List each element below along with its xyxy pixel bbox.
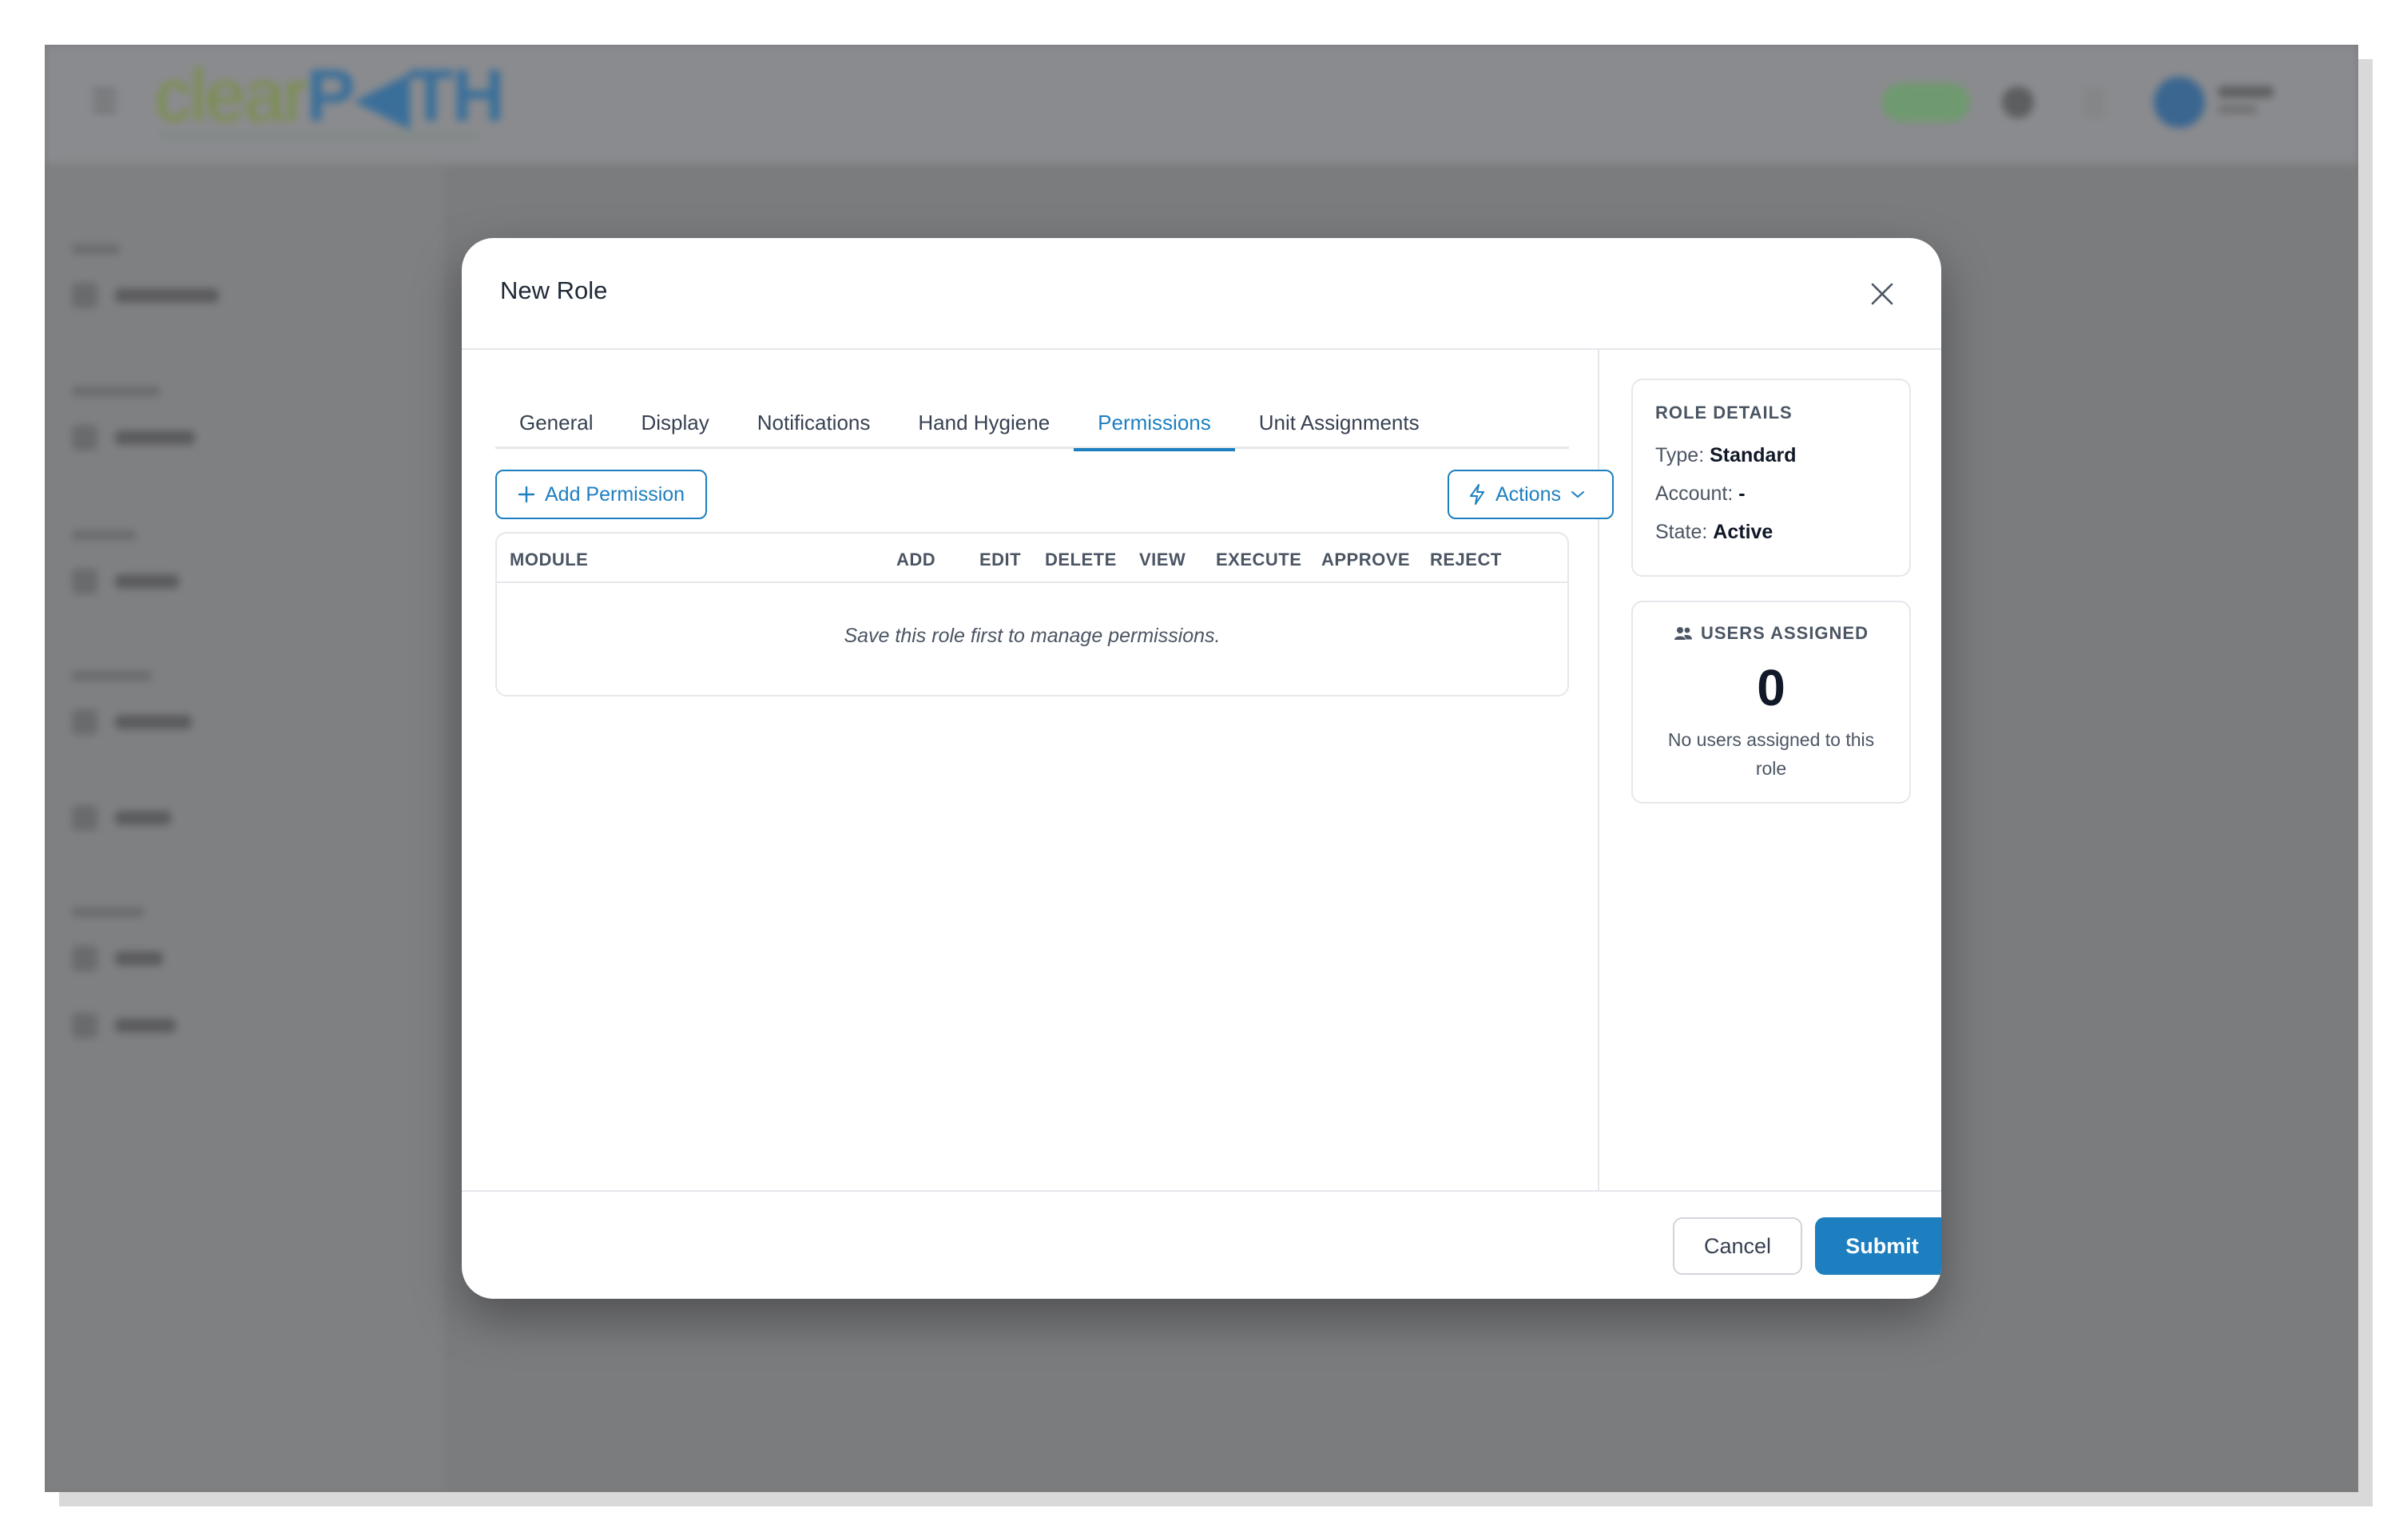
role-account-label: Account: (1655, 482, 1734, 505)
modal-title: New Role (500, 276, 608, 304)
user-avatar (2154, 77, 2205, 128)
add-permission-label: Add Permission (545, 482, 685, 506)
role-account-row: Account: - (1655, 482, 1746, 506)
users-assigned-card: USERS ASSIGNED 0 No users assigned to th… (1631, 601, 1911, 804)
permissions-table-header: MODULE ADD EDIT DELETE VIEW EXECUTE APPR… (497, 534, 1567, 583)
main-column: General Display Notifications Hand Hygie… (462, 350, 1614, 1190)
new-role-modal: New Role General Display Notifications H… (462, 238, 1941, 1299)
add-permission-button[interactable]: Add Permission (495, 470, 708, 519)
hamburger-menu-icon (93, 89, 117, 112)
sidebar-item (72, 804, 171, 832)
notification-icon (2083, 86, 2106, 118)
actions-dropdown-button[interactable]: Actions (1448, 470, 1614, 519)
modal-header: New Role (462, 238, 1941, 350)
column-approve: APPROVE (1321, 550, 1411, 570)
column-add: ADD (896, 550, 936, 570)
role-state-value: Active (1713, 521, 1773, 543)
status-pill (1882, 83, 1970, 121)
sidebar-item (72, 708, 192, 736)
modal-body: General Display Notifications Hand Hygie… (462, 350, 1941, 1190)
cancel-button[interactable]: Cancel (1673, 1217, 1802, 1275)
tab-display[interactable]: Display (618, 391, 733, 449)
users-assigned-count: 0 (1757, 659, 1785, 716)
empty-state-message: Save this role first to manage permissio… (844, 625, 1221, 647)
plus-icon (518, 486, 535, 503)
sidebar-item (72, 944, 163, 973)
tab-notifications[interactable]: Notifications (733, 391, 895, 449)
chevron-down-icon (1571, 491, 1584, 498)
sidebar-section-label (72, 671, 152, 681)
users-assigned-title: USERS ASSIGNED (1700, 623, 1869, 643)
side-column: ROLE DETAILS Type: Standard Account: - S… (1601, 350, 1941, 1190)
users-icon (1674, 627, 1692, 640)
modal-footer: Cancel Submit (462, 1190, 1941, 1299)
close-icon (1871, 283, 1893, 305)
users-assigned-description: No users assigned to this role (1667, 729, 1875, 779)
role-details-card: ROLE DETAILS Type: Standard Account: - S… (1631, 379, 1911, 577)
app-screen: clearP◀TH New Role General Display Notif… (45, 45, 2358, 1492)
sidebar-item (72, 567, 179, 596)
role-type-row: Type: Standard (1655, 444, 1796, 467)
role-type-label: Type: (1655, 444, 1705, 466)
tab-permissions[interactable]: Permissions (1074, 391, 1235, 451)
tab-hand-hygiene[interactable]: Hand Hygiene (894, 391, 1074, 449)
lightning-icon (1470, 484, 1484, 505)
submit-button[interactable]: Submit (1815, 1217, 1941, 1275)
sidebar-section-label (72, 907, 144, 917)
close-button[interactable] (1865, 276, 1900, 312)
role-state-row: State: Active (1655, 521, 1773, 544)
role-state-label: State: (1655, 521, 1708, 543)
tab-general[interactable]: General (495, 391, 618, 449)
sidebar-item (72, 281, 219, 310)
app-logo: clearP◀TH (155, 55, 505, 137)
tab-unit-assignments[interactable]: Unit Assignments (1235, 391, 1444, 449)
column-view: VIEW (1139, 550, 1186, 570)
tab-bar: General Display Notifications Hand Hygie… (495, 391, 1569, 451)
sidebar-section-label (72, 530, 136, 540)
background-sidebar (45, 166, 447, 1492)
role-account-value: - (1738, 482, 1746, 505)
actions-label: Actions (1495, 482, 1561, 506)
column-delete: DELETE (1045, 550, 1117, 570)
column-execute: EXECUTE (1216, 550, 1302, 570)
sidebar-item (72, 1011, 176, 1040)
column-edit: EDIT (979, 550, 1022, 570)
phone-icon (2002, 86, 2034, 118)
sidebar-section-label (72, 244, 120, 254)
permissions-table: MODULE ADD EDIT DELETE VIEW EXECUTE APPR… (495, 532, 1569, 697)
column-module: MODULE (510, 550, 589, 570)
role-type-value: Standard (1710, 444, 1797, 466)
user-name-placeholder (2218, 86, 2274, 97)
logo-tagline (158, 133, 478, 139)
sidebar-item (72, 423, 195, 452)
role-details-title: ROLE DETAILS (1655, 403, 1793, 423)
background-topbar: clearP◀TH (45, 45, 2358, 165)
sidebar-section-label (72, 387, 160, 396)
user-role-placeholder (2218, 105, 2258, 113)
users-assigned-header: USERS ASSIGNED (1633, 623, 1909, 644)
column-reject: REJECT (1430, 550, 1502, 570)
